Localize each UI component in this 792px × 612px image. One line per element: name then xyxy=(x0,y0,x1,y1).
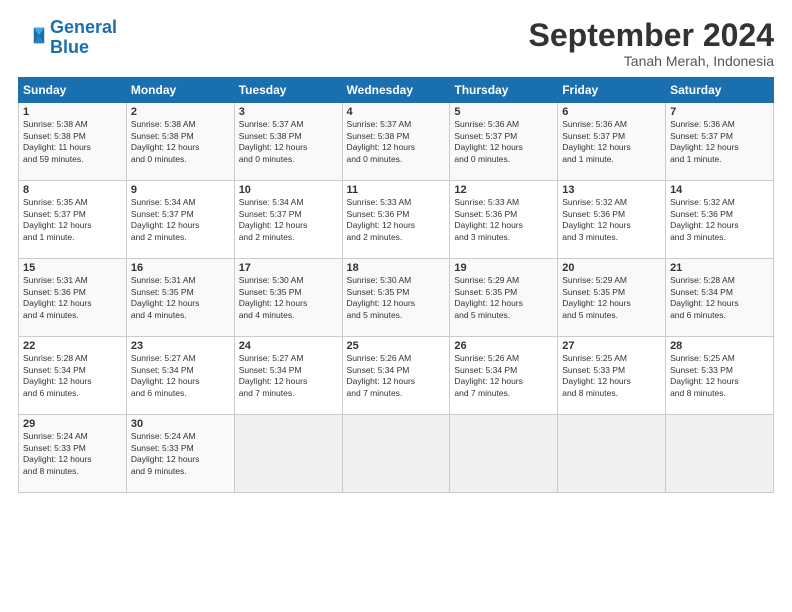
table-cell: 29Sunrise: 5:24 AMSunset: 5:33 PMDayligh… xyxy=(19,415,127,493)
table-cell: 9Sunrise: 5:34 AMSunset: 5:37 PMDaylight… xyxy=(126,181,234,259)
col-thu: Thursday xyxy=(450,78,558,103)
col-sat: Saturday xyxy=(666,78,774,103)
month-title: September 2024 xyxy=(529,18,774,53)
table-cell: 18Sunrise: 5:30 AMSunset: 5:35 PMDayligh… xyxy=(342,259,450,337)
location: Tanah Merah, Indonesia xyxy=(529,53,774,69)
table-cell: 13Sunrise: 5:32 AMSunset: 5:36 PMDayligh… xyxy=(558,181,666,259)
table-cell: 23Sunrise: 5:27 AMSunset: 5:34 PMDayligh… xyxy=(126,337,234,415)
table-cell: 22Sunrise: 5:28 AMSunset: 5:34 PMDayligh… xyxy=(19,337,127,415)
table-cell: 11Sunrise: 5:33 AMSunset: 5:36 PMDayligh… xyxy=(342,181,450,259)
table-cell: 5Sunrise: 5:36 AMSunset: 5:37 PMDaylight… xyxy=(450,103,558,181)
col-fri: Friday xyxy=(558,78,666,103)
col-wed: Wednesday xyxy=(342,78,450,103)
table-cell: 1Sunrise: 5:38 AMSunset: 5:38 PMDaylight… xyxy=(19,103,127,181)
logo-line2: Blue xyxy=(50,38,117,58)
table-cell xyxy=(342,415,450,493)
table-cell: 24Sunrise: 5:27 AMSunset: 5:34 PMDayligh… xyxy=(234,337,342,415)
table-row: 8Sunrise: 5:35 AMSunset: 5:37 PMDaylight… xyxy=(19,181,774,259)
table-cell: 12Sunrise: 5:33 AMSunset: 5:36 PMDayligh… xyxy=(450,181,558,259)
table-cell: 26Sunrise: 5:26 AMSunset: 5:34 PMDayligh… xyxy=(450,337,558,415)
table-row: 1Sunrise: 5:38 AMSunset: 5:38 PMDaylight… xyxy=(19,103,774,181)
logo-icon xyxy=(18,24,46,52)
header-row: Sunday Monday Tuesday Wednesday Thursday… xyxy=(19,78,774,103)
table-cell: 7Sunrise: 5:36 AMSunset: 5:37 PMDaylight… xyxy=(666,103,774,181)
table-cell: 25Sunrise: 5:26 AMSunset: 5:34 PMDayligh… xyxy=(342,337,450,415)
table-cell xyxy=(450,415,558,493)
table-cell: 15Sunrise: 5:31 AMSunset: 5:36 PMDayligh… xyxy=(19,259,127,337)
table-row: 15Sunrise: 5:31 AMSunset: 5:36 PMDayligh… xyxy=(19,259,774,337)
table-cell: 19Sunrise: 5:29 AMSunset: 5:35 PMDayligh… xyxy=(450,259,558,337)
table-cell: 30Sunrise: 5:24 AMSunset: 5:33 PMDayligh… xyxy=(126,415,234,493)
col-sun: Sunday xyxy=(19,78,127,103)
table-cell: 3Sunrise: 5:37 AMSunset: 5:38 PMDaylight… xyxy=(234,103,342,181)
table-cell: 2Sunrise: 5:38 AMSunset: 5:38 PMDaylight… xyxy=(126,103,234,181)
table-row: 29Sunrise: 5:24 AMSunset: 5:33 PMDayligh… xyxy=(19,415,774,493)
table-cell xyxy=(666,415,774,493)
table-cell xyxy=(234,415,342,493)
col-tue: Tuesday xyxy=(234,78,342,103)
title-block: September 2024 Tanah Merah, Indonesia xyxy=(529,18,774,69)
logo-text: General Blue xyxy=(50,18,117,58)
table-cell: 20Sunrise: 5:29 AMSunset: 5:35 PMDayligh… xyxy=(558,259,666,337)
table-cell: 21Sunrise: 5:28 AMSunset: 5:34 PMDayligh… xyxy=(666,259,774,337)
page: General Blue September 2024 Tanah Merah,… xyxy=(0,0,792,612)
table-cell: 8Sunrise: 5:35 AMSunset: 5:37 PMDaylight… xyxy=(19,181,127,259)
col-mon: Monday xyxy=(126,78,234,103)
table-cell: 14Sunrise: 5:32 AMSunset: 5:36 PMDayligh… xyxy=(666,181,774,259)
logo: General Blue xyxy=(18,18,117,58)
table-cell: 10Sunrise: 5:34 AMSunset: 5:37 PMDayligh… xyxy=(234,181,342,259)
table-cell: 16Sunrise: 5:31 AMSunset: 5:35 PMDayligh… xyxy=(126,259,234,337)
table-cell: 4Sunrise: 5:37 AMSunset: 5:38 PMDaylight… xyxy=(342,103,450,181)
calendar-table: Sunday Monday Tuesday Wednesday Thursday… xyxy=(18,77,774,493)
table-cell: 27Sunrise: 5:25 AMSunset: 5:33 PMDayligh… xyxy=(558,337,666,415)
header: General Blue September 2024 Tanah Merah,… xyxy=(18,18,774,69)
table-cell: 6Sunrise: 5:36 AMSunset: 5:37 PMDaylight… xyxy=(558,103,666,181)
table-row: 22Sunrise: 5:28 AMSunset: 5:34 PMDayligh… xyxy=(19,337,774,415)
table-cell xyxy=(558,415,666,493)
table-cell: 28Sunrise: 5:25 AMSunset: 5:33 PMDayligh… xyxy=(666,337,774,415)
logo-line1: General xyxy=(50,17,117,37)
table-cell: 17Sunrise: 5:30 AMSunset: 5:35 PMDayligh… xyxy=(234,259,342,337)
